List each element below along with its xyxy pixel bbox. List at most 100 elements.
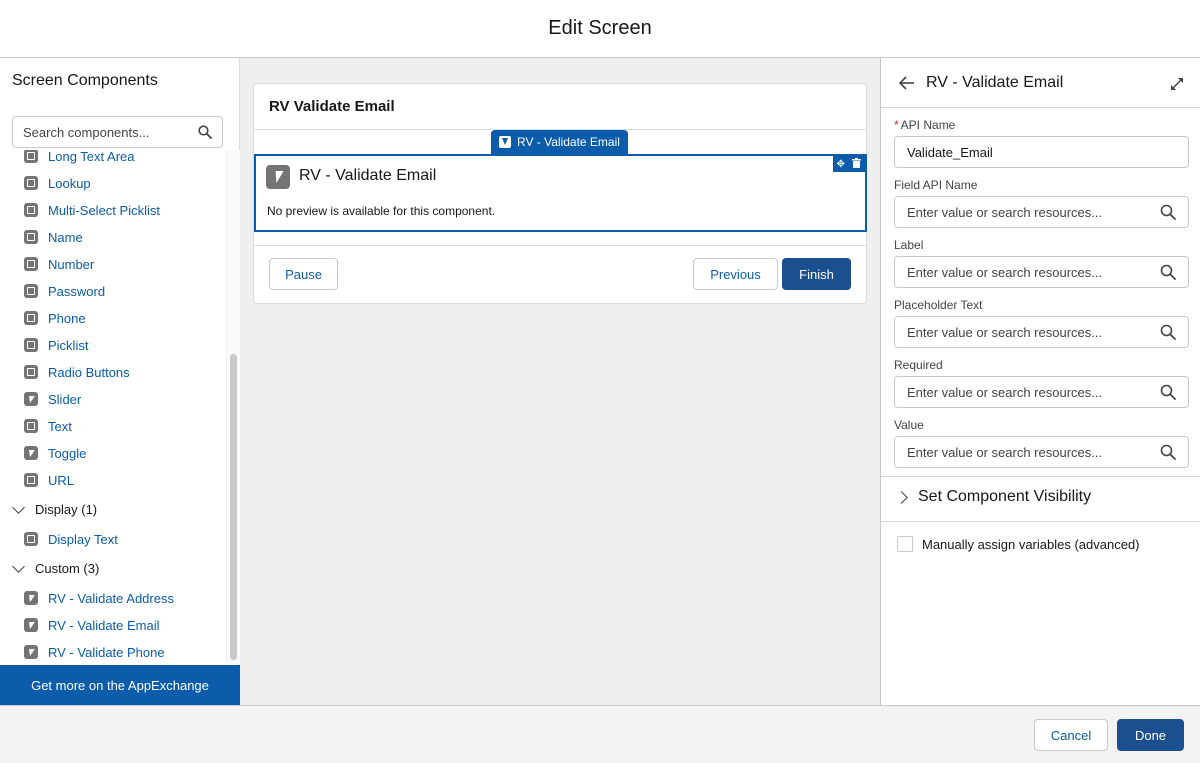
component-item[interactable]: RV - Validate Phone (24, 642, 165, 662)
bolt-icon (499, 136, 511, 148)
value-input[interactable] (907, 444, 1160, 460)
component-label: Multi-Select Picklist (48, 202, 160, 218)
chevron-down-icon (12, 500, 25, 514)
trash-icon[interactable] (852, 157, 862, 171)
component-item[interactable]: Long Text Area (24, 150, 135, 166)
bolt-icon (24, 392, 38, 406)
finish-button[interactable]: Finish (782, 258, 851, 290)
component-label: URL (48, 472, 75, 488)
textarea-icon (24, 150, 38, 163)
selected-component[interactable]: ✥ RV - Validate Email No preview is avai… (254, 154, 867, 232)
component-label: Toggle (48, 445, 87, 461)
section-label: Custom (3) (35, 560, 100, 576)
component-tools: ✥ (833, 156, 865, 172)
field-api-name-field[interactable] (894, 196, 1189, 228)
section-custom[interactable]: Custom (3) (12, 558, 99, 578)
field-label: Placeholder Text (894, 298, 983, 312)
component-item[interactable]: RV - Validate Email (24, 615, 160, 635)
phone-icon (24, 311, 38, 325)
component-item[interactable]: Toggle (24, 443, 86, 463)
modal-header: Edit Screen (0, 0, 1200, 58)
tab-label-text: RV - Validate Email (517, 135, 620, 149)
expand-icon[interactable] (1169, 76, 1185, 92)
component-item[interactable]: Radio Buttons (24, 362, 130, 382)
component-label: RV - Validate Email (48, 617, 160, 633)
component-item[interactable]: Name (24, 227, 83, 247)
multi-picklist-icon (24, 203, 38, 217)
done-button[interactable]: Done (1117, 719, 1184, 751)
field-label: Field API Name (894, 178, 978, 192)
radio-icon (24, 365, 38, 379)
search-icon[interactable] (1160, 444, 1176, 460)
search-icon[interactable] (1160, 204, 1176, 220)
component-list: Long Text Area Lookup Multi-Select Pickl… (0, 150, 226, 664)
component-name: RV - Validate Email (299, 167, 437, 184)
component-label: RV - Validate Address (48, 590, 174, 606)
chevron-right-icon (895, 490, 908, 504)
divider (881, 521, 1200, 522)
component-label: Radio Buttons (48, 364, 130, 380)
pause-button[interactable]: Pause (269, 258, 338, 290)
component-item[interactable]: Lookup (24, 173, 91, 193)
picklist-icon (24, 338, 38, 352)
placeholder-text-input[interactable] (907, 324, 1160, 340)
component-item[interactable]: Multi-Select Picklist (24, 200, 160, 220)
component-item[interactable]: Number (24, 254, 94, 274)
properties-title: RV - Validate Email (926, 74, 1064, 91)
required-input[interactable] (907, 384, 1160, 400)
panel-title: Screen Components (12, 72, 158, 89)
visibility-label: Set Component Visibility (918, 488, 1092, 505)
manual-assign-row[interactable]: Manually assign variables (advanced) (897, 536, 1140, 552)
section-label: Display (1) (35, 501, 98, 517)
component-item[interactable]: Password (24, 281, 105, 301)
field-label: Value (894, 418, 924, 432)
component-item[interactable]: Picklist (24, 335, 88, 355)
placeholder-text-field[interactable] (894, 316, 1189, 348)
name-icon (24, 230, 38, 244)
label-input[interactable] (907, 264, 1160, 280)
move-icon[interactable]: ✥ (837, 159, 845, 170)
cancel-button[interactable]: Cancel (1034, 719, 1108, 751)
component-item[interactable]: RV - Validate Address (24, 588, 174, 608)
bolt-icon (24, 591, 38, 605)
component-label: Password (48, 283, 106, 299)
modal-footer: Cancel Done (0, 705, 1200, 763)
component-visibility-toggle[interactable]: Set Component Visibility (895, 488, 1092, 506)
search-icon[interactable] (1160, 324, 1176, 340)
back-arrow-icon[interactable] (899, 76, 915, 90)
component-label: Text (48, 418, 72, 434)
scrollbar[interactable] (226, 150, 240, 664)
value-field[interactable] (894, 436, 1189, 468)
field-label: Required (894, 358, 943, 372)
component-label: Number (48, 256, 95, 272)
search-icon[interactable] (1160, 264, 1176, 280)
component-label: Picklist (48, 337, 89, 353)
component-item[interactable]: Text (24, 416, 72, 436)
link-icon (24, 473, 38, 487)
section-display[interactable]: Display (1) (12, 499, 97, 519)
appexchange-link[interactable]: Get more on the AppExchange (0, 665, 240, 705)
component-item[interactable]: Display Text (24, 529, 118, 549)
password-icon (24, 284, 38, 298)
previous-button[interactable]: Previous (693, 258, 778, 290)
required-field[interactable] (894, 376, 1189, 408)
label-field[interactable] (894, 256, 1189, 288)
bolt-icon (24, 446, 38, 460)
component-item[interactable]: Slider (24, 389, 81, 409)
component-item[interactable]: URL (24, 470, 74, 490)
search-icon[interactable] (198, 125, 212, 139)
screen-canvas: RV Validate Email RV - Validate Email ✥ … (240, 58, 880, 705)
manual-assign-checkbox[interactable] (897, 536, 913, 552)
component-search[interactable] (12, 116, 223, 148)
component-tab-label[interactable]: RV - Validate Email (491, 130, 628, 154)
component-label: Long Text Area (48, 150, 135, 164)
scrollbar-thumb[interactable] (230, 354, 237, 660)
field-api-name-input[interactable] (907, 204, 1160, 220)
search-input[interactable] (23, 124, 198, 140)
component-item[interactable]: Phone (24, 308, 86, 328)
search-icon[interactable] (1160, 384, 1176, 400)
api-name-field[interactable] (894, 136, 1189, 168)
api-name-input[interactable] (907, 144, 1176, 160)
component-label: Slider (48, 391, 82, 407)
component-label: Phone (48, 310, 86, 326)
